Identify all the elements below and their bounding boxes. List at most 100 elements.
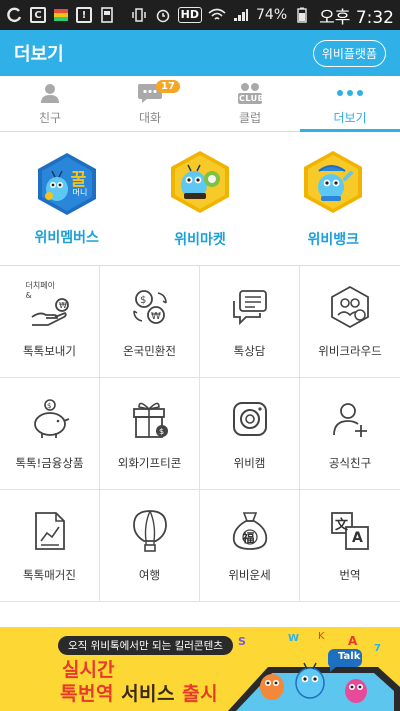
- wibee-market-hex-icon: [168, 149, 232, 219]
- grid-item-exchange[interactable]: $ ₩ 온국민환전: [100, 266, 200, 378]
- club-icon-text: CLUB: [239, 94, 265, 103]
- grid-item-wibee-crowd[interactable]: 위비크라우드: [300, 266, 400, 378]
- app-notification-icon: C: [30, 7, 46, 23]
- svg-text:$: $: [140, 295, 146, 306]
- grid-item-wibee-cam[interactable]: 위비캠: [200, 378, 300, 490]
- send-money-hand-icon: ₩ 더치페이 &: [26, 281, 72, 329]
- main-tabs: 친구 17 대화 CLUB 클럽 더보기: [0, 76, 400, 132]
- grid-item-label: 위비크라우드: [318, 343, 382, 358]
- person-icon: [39, 81, 61, 105]
- banner-word: 서비스: [121, 683, 176, 705]
- tab-club[interactable]: CLUB 클럽: [200, 76, 300, 131]
- flag-icon: [52, 6, 70, 24]
- grid-item-fortune[interactable]: 福 위비운세: [200, 490, 300, 602]
- page-title: 더보기: [14, 44, 64, 65]
- banner-pill: 오직 위비톡에서만 되는 킬러콘텐츠: [58, 636, 233, 655]
- gift-box-icon: $: [128, 397, 172, 441]
- svg-text:₩: ₩: [59, 301, 67, 310]
- fortune-char: 福: [242, 530, 255, 545]
- grid-item-label: 톡톡보내기: [23, 343, 76, 358]
- wifi-icon: [208, 6, 226, 24]
- grid-item-official-friends[interactable]: 공식친구: [300, 378, 400, 490]
- grid-item-chat-consult[interactable]: 톡상담: [200, 266, 300, 378]
- tab-friends[interactable]: 친구: [0, 76, 100, 131]
- feature-label: 위비멤버스: [34, 229, 99, 246]
- translate-icon: 文 A: [328, 509, 372, 553]
- banner-word: 출시: [182, 683, 219, 705]
- alarm-icon: [154, 6, 172, 24]
- grid-item-label: 위비운세: [228, 567, 271, 582]
- dutch-pay-text: 더치페이 &: [25, 280, 55, 300]
- app-header: 더보기 위비플랫폼: [0, 30, 400, 76]
- status-bar: C ! HD 74% 오후 7:32: [0, 0, 400, 30]
- banner-illustration: S W K A 7 Talk: [228, 627, 400, 711]
- platform-button[interactable]: 위비플랫폼: [312, 39, 386, 67]
- tab-label: 더보기: [333, 111, 367, 125]
- grid-item-label: 톡상담: [233, 343, 266, 358]
- grid-item-label: 외화기프티콘: [117, 455, 182, 470]
- unread-badge: 17: [156, 80, 180, 93]
- featured-services: 꿀 머니 위비멤버스 위비마켓 위비뱅크: [0, 132, 400, 266]
- feature-label: 위비마켓: [174, 231, 226, 248]
- grid-item-label: 위비캠: [233, 455, 266, 470]
- clock: 오후 7:32: [319, 7, 394, 28]
- currency-exchange-icon: $ ₩: [128, 285, 172, 329]
- svg-text:A: A: [348, 634, 358, 648]
- grid-item-label: 온국민환전: [123, 343, 176, 358]
- banner-headline-2: 톡번역 서비스 출시: [60, 679, 218, 706]
- fortune-bag-icon: 福: [228, 509, 272, 553]
- svg-text:$: $: [47, 402, 51, 410]
- promo-banner[interactable]: 오직 위비톡에서만 되는 킬러콘텐츠 실시간 톡번역 서비스 출시 S W K …: [0, 627, 400, 711]
- grid-item-label: 공식친구: [328, 455, 372, 470]
- tab-chats[interactable]: 17 대화: [100, 76, 200, 131]
- feature-label: 위비뱅크: [307, 231, 360, 248]
- hot-air-balloon-icon: [128, 509, 172, 553]
- svg-text:K: K: [318, 631, 325, 642]
- grid-item-label: 톡톡매거진: [23, 567, 76, 582]
- tab-label: 대화: [138, 111, 162, 125]
- battery-percent: 74%: [256, 7, 288, 23]
- wibee-members-hex-icon: 꿀 머니: [35, 151, 99, 217]
- tab-label: 친구: [38, 111, 62, 125]
- tab-label: 클럽: [238, 111, 262, 125]
- battery-icon: [293, 6, 311, 24]
- grid-item-translate[interactable]: 文 A 번역: [300, 490, 400, 602]
- grid-item-gifticon[interactable]: $ 외화기프티콘: [100, 378, 200, 490]
- club-icon: CLUB: [236, 81, 264, 105]
- vibrate-icon: [130, 6, 148, 24]
- banner-word: 톡번역: [60, 683, 114, 705]
- grid-item-financial-products[interactable]: $ 톡톡!금융상품: [0, 378, 100, 490]
- feature-wibee-market[interactable]: 위비마켓: [133, 132, 266, 265]
- grid-item-magazine[interactable]: 톡톡매거진: [0, 490, 100, 602]
- app-notification-icon: [6, 6, 24, 24]
- alert-icon: !: [76, 7, 92, 23]
- service-grid: ₩ 더치페이 & 톡톡보내기 $ ₩ 온국민환전 톡상담 위비크라우드 $ 톡톡…: [0, 266, 400, 602]
- grid-item-label: 여행: [138, 567, 161, 582]
- wibee-bank-hex-icon: [301, 149, 365, 219]
- magazine-chart-icon: [28, 509, 72, 553]
- piggy-bank-icon: $: [28, 397, 72, 441]
- signal-icon: [232, 6, 250, 24]
- grid-item-travel[interactable]: 여행: [100, 490, 200, 602]
- camera-icon: [228, 397, 272, 441]
- add-friend-icon: [328, 397, 372, 441]
- hd-icon: HD: [177, 7, 203, 23]
- more-dots-icon: [336, 81, 364, 105]
- grid-item-send-money[interactable]: ₩ 더치페이 & 톡톡보내기: [0, 266, 100, 378]
- grid-item-label: 톡톡!금융상품: [15, 455, 84, 470]
- chinese-char: 文: [335, 517, 349, 533]
- svg-text:$: $: [159, 427, 164, 436]
- svg-text:7: 7: [374, 643, 381, 654]
- banner-headline-1: 실시간: [62, 659, 115, 681]
- svg-text:W: W: [288, 633, 299, 644]
- crowd-funding-icon: [328, 285, 372, 329]
- latin-char: A: [352, 529, 363, 546]
- sd-card-icon: [98, 6, 116, 24]
- feature-wibee-bank[interactable]: 위비뱅크: [267, 132, 400, 265]
- svg-text:S: S: [238, 635, 246, 648]
- tab-more[interactable]: 더보기: [300, 76, 400, 132]
- feature-wibee-members[interactable]: 꿀 머니 위비멤버스: [0, 132, 133, 265]
- talk-bubble-text: Talk: [338, 651, 361, 662]
- grid-item-label: 번역: [339, 567, 361, 582]
- svg-text:₩: ₩: [151, 311, 161, 322]
